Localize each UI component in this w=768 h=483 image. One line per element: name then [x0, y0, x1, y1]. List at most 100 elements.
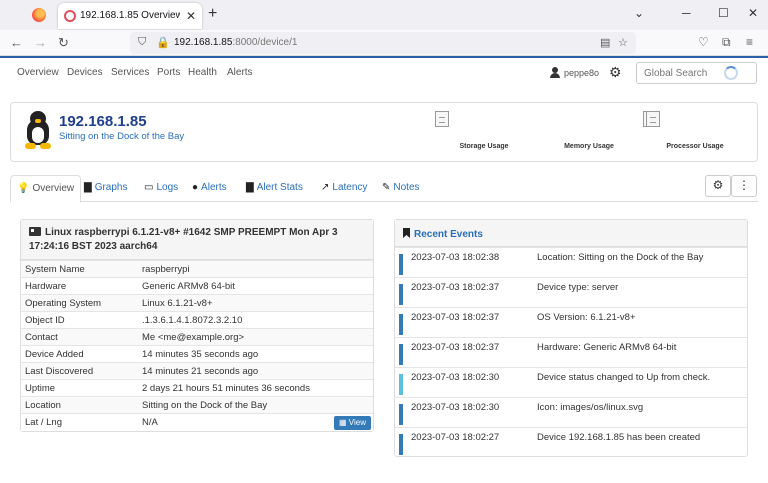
- map-icon: ▦: [339, 418, 347, 427]
- gear-icon[interactable]: ⚙: [609, 64, 622, 81]
- broken-image-icon: [435, 111, 449, 127]
- back-icon[interactable]: ←: [10, 35, 23, 50]
- table-row: System Name raspberrypi: [21, 260, 373, 277]
- tab-notes[interactable]: ✎ Notes: [382, 175, 420, 202]
- maximize-icon[interactable]: ☐: [718, 6, 729, 20]
- event-severity-bar: [399, 254, 403, 275]
- overview-panel: Linux raspberrypi 6.1.21-v8+ #1642 SMP P…: [20, 219, 374, 432]
- file-icon: ▭: [144, 182, 154, 193]
- storage-usage-label: Storage Usage: [459, 143, 509, 150]
- browser-navbar: ← → ↻ ⛉ 🔒 192.168.1.85:8000/device/1 ▤ ☆…: [0, 30, 768, 56]
- bar-chart-icon: ▇: [246, 182, 254, 193]
- tab-overview[interactable]: 💡 Overview: [10, 175, 82, 203]
- tab-logs[interactable]: ▭ Logs: [144, 175, 178, 202]
- bookmark-star-icon[interactable]: ☆: [618, 36, 628, 49]
- tab-graphs[interactable]: ▇ Graphs: [84, 175, 128, 202]
- overview-panel-header: Linux raspberrypi 6.1.21-v8+ #1642 SMP P…: [21, 220, 373, 260]
- tab-alert-stats[interactable]: ▇ Alert Stats: [246, 175, 303, 202]
- device-hostname[interactable]: 192.168.1.85: [59, 113, 147, 130]
- event-severity-bar: [399, 344, 403, 365]
- device-tabs: 💡 Overview ▇ Graphs ▭ Logs ● Alerts ▇ Alert S…: [10, 175, 758, 203]
- loading-spinner-icon: [724, 66, 738, 80]
- event-severity-bar: [399, 374, 403, 395]
- close-tab-icon[interactable]: ✕: [186, 9, 196, 23]
- line-chart-icon: ↗: [321, 182, 330, 193]
- table-row: Location Sitting on the Dock of the Bay: [21, 396, 373, 413]
- view-map-button[interactable]: ▦ View: [334, 416, 371, 430]
- browser-tab[interactable]: 192.168.1.85 Overview | LibreNMS ✕: [58, 3, 202, 29]
- extensions-icon[interactable]: ⧉: [722, 35, 731, 50]
- gear-icon: ⚙: [712, 178, 724, 192]
- event-row: 2023-07-03 18:02:30 Device status changed…: [395, 367, 747, 398]
- event-row: 2023-07-03 18:02:37 OS Version: 6.1.21-v8…: [395, 307, 747, 338]
- user-icon[interactable]: [550, 67, 560, 78]
- bookmark-icon: [403, 228, 410, 238]
- event-severity-bar: [399, 284, 403, 305]
- event-row: 2023-07-03 18:02:37 Hardware: Generic ARM…: [395, 337, 747, 368]
- reader-view-icon[interactable]: ▤: [600, 36, 610, 49]
- table-row: Hardware Generic ARMv8 64-bit: [21, 277, 373, 294]
- tab-latency[interactable]: ↗ Latency: [321, 175, 367, 202]
- device-header-panel: 192.168.1.85 Sitting on the Dock of the …: [10, 102, 758, 162]
- processor-usage-label: Processor Usage: [666, 143, 724, 150]
- memory-usage-label: Memory Usage: [564, 143, 614, 150]
- broken-image-icon: [646, 111, 660, 127]
- event-row: 2023-07-03 18:02:37 Device type: server: [395, 277, 747, 308]
- table-row: Device Added 14 minutes 35 seconds ago: [21, 345, 373, 362]
- app-top-menu: Overview Devices Services Ports Health A…: [0, 58, 768, 90]
- close-window-icon[interactable]: ✕: [748, 6, 758, 20]
- memory-usage[interactable]: Memory Usage: [539, 111, 657, 156]
- chevron-down-icon[interactable]: ⌄: [634, 6, 644, 20]
- table-row: Operating System Linux 6.1.21-v8+: [21, 294, 373, 311]
- storage-usage[interactable]: Storage Usage: [434, 111, 534, 156]
- device-location-link[interactable]: Sitting on the Dock of the Bay: [59, 131, 184, 142]
- tab-title: 192.168.1.85 Overview | LibreNMS: [80, 10, 180, 21]
- librenms-favicon-icon: [64, 10, 76, 22]
- processor-usage[interactable]: Processor Usage: [645, 111, 745, 156]
- event-row: 2023-07-03 18:02:38 Location: Sitting on …: [395, 247, 747, 278]
- bar-chart-icon: ▇: [84, 182, 92, 193]
- table-row: Object ID .1.3.6.1.4.1.8072.3.2.10: [21, 311, 373, 328]
- firefox-icon[interactable]: [32, 8, 46, 22]
- event-row: 2023-07-03 18:02:27 Device 192.168.1.85 h…: [395, 427, 747, 457]
- exclamation-circle-icon: ●: [192, 182, 199, 193]
- pocket-icon[interactable]: ♡: [698, 35, 709, 49]
- recent-events-header[interactable]: Recent Events: [395, 220, 747, 247]
- edit-icon: ✎: [382, 182, 391, 193]
- recent-events-panel: Recent Events 2023-07-03 18:02:38 Locatio…: [394, 219, 748, 457]
- event-severity-bar: [399, 434, 403, 455]
- global-search-input[interactable]: [636, 62, 757, 84]
- device-more-button[interactable]: ⋮: [731, 175, 757, 197]
- new-tab-icon[interactable]: +: [208, 5, 217, 23]
- browser-tabstrip: 192.168.1.85 Overview | LibreNMS ✕ + ⌄ ─…: [0, 0, 768, 30]
- lock-icon[interactable]: 🔒: [156, 36, 170, 49]
- linux-tux-icon: [23, 111, 53, 149]
- id-card-icon: [29, 227, 41, 236]
- device-settings-button[interactable]: ⚙: [705, 175, 731, 197]
- menu-overview[interactable]: Overview: [17, 67, 59, 78]
- event-severity-bar: [399, 314, 403, 335]
- lightbulb-icon: 💡: [17, 183, 30, 194]
- menu-health[interactable]: Health: [188, 67, 217, 78]
- menu-icon[interactable]: ≡: [746, 35, 753, 49]
- menu-devices[interactable]: Devices: [67, 67, 103, 78]
- minimize-icon[interactable]: ─: [682, 6, 691, 20]
- event-severity-bar: [399, 404, 403, 425]
- event-row: 2023-07-03 18:02:30 Icon: images/os/linux…: [395, 397, 747, 428]
- tab-alerts[interactable]: ● Alerts: [192, 175, 227, 202]
- vertical-ellipsis-icon: ⋮: [738, 178, 750, 192]
- overview-os-title: Linux raspberrypi 6.1.21-v8+ #1642 SMP P…: [29, 227, 338, 252]
- table-row: Contact Me <me@example.org>: [21, 328, 373, 345]
- url-bar[interactable]: ⛉ 🔒 192.168.1.85:8000/device/1 ▤ ☆: [130, 32, 636, 54]
- table-row: Lat / Lng N/A: [21, 413, 373, 431]
- table-row: Last Discovered 14 minutes 21 seconds ago: [21, 362, 373, 379]
- url-text[interactable]: 192.168.1.85:8000/device/1: [174, 37, 297, 48]
- menu-services[interactable]: Services: [111, 67, 149, 78]
- menu-alerts[interactable]: Alerts: [227, 67, 253, 78]
- forward-icon[interactable]: →: [34, 35, 47, 50]
- shield-icon[interactable]: ⛉: [138, 36, 146, 49]
- menu-ports[interactable]: Ports: [157, 67, 180, 78]
- username[interactable]: peppe8o: [564, 68, 599, 78]
- reload-icon[interactable]: ↻: [58, 35, 69, 51]
- table-row: Uptime 2 days 21 hours 51 minutes 36 seco…: [21, 379, 373, 396]
